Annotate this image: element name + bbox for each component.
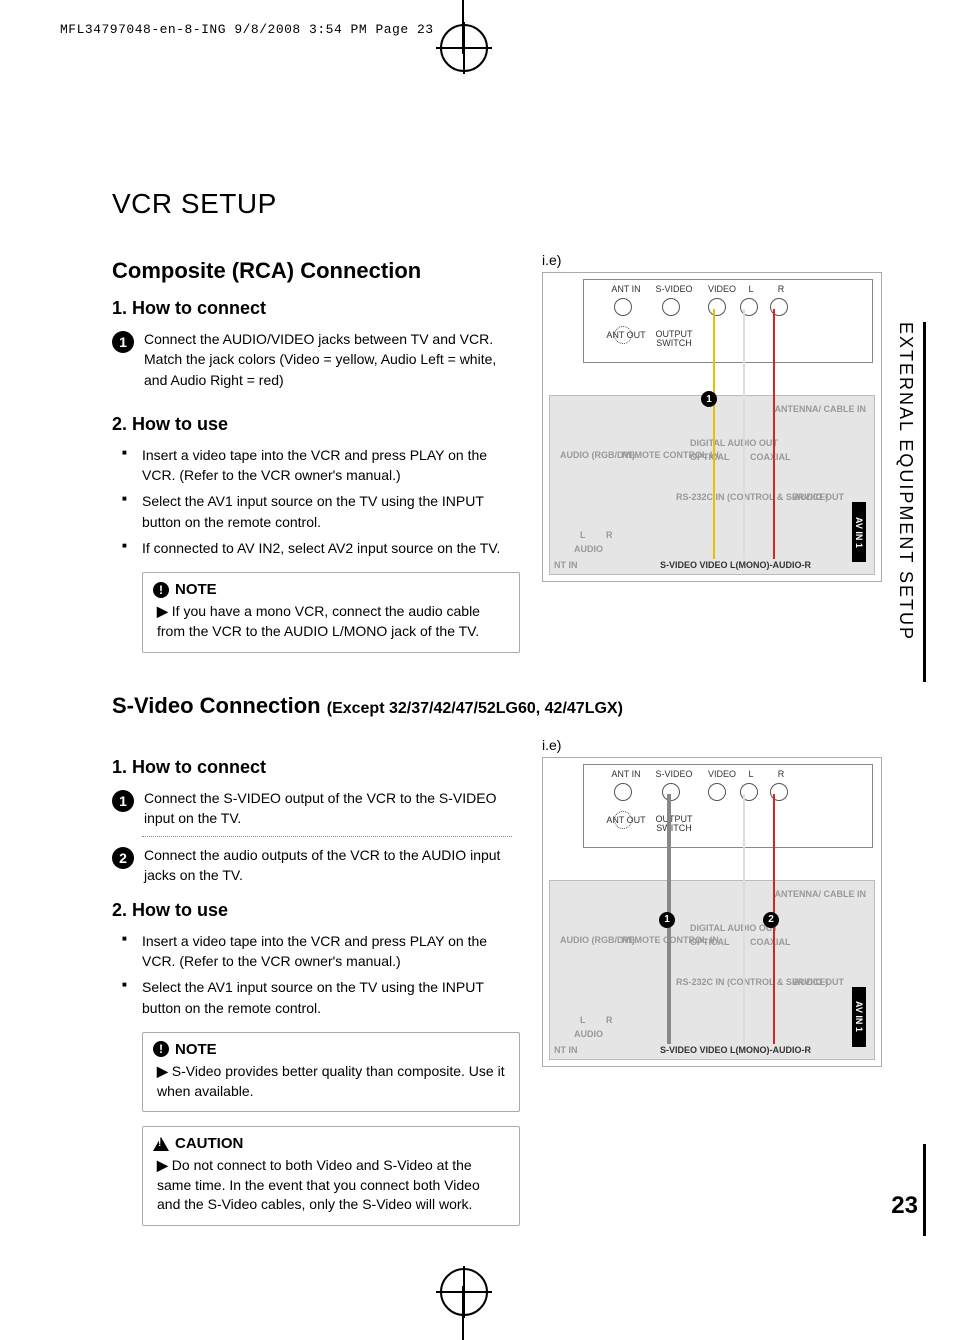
diag-label: S-VIDEO bbox=[652, 284, 696, 294]
diag-label: R bbox=[606, 530, 613, 540]
diag-label: AUDIO bbox=[574, 544, 603, 554]
composite-diagram: ANT IN ANT OUT S-VIDEO OUTPUT SWITCH VID… bbox=[542, 272, 882, 582]
step-text: Connect the S-VIDEO output of the VCR to… bbox=[144, 788, 522, 829]
step-text: Connect the audio outputs of the VCR to … bbox=[144, 845, 522, 886]
diag-label: AUDIO OUT bbox=[794, 977, 845, 987]
side-rule bbox=[923, 322, 926, 682]
diag-label: NT IN bbox=[554, 560, 578, 570]
note-icon: ! bbox=[153, 1041, 169, 1057]
note-box: !NOTE ▶If you have a mono VCR, connect t… bbox=[142, 572, 520, 652]
note-body: If you have a mono VCR, connect the audi… bbox=[157, 603, 480, 639]
page-number: 23 bbox=[891, 1192, 918, 1220]
composite-heading: Composite (RCA) Connection bbox=[112, 258, 522, 284]
diag-label: COAXIAL bbox=[750, 452, 791, 462]
diag-label: COAXIAL bbox=[750, 937, 791, 947]
diag-label: ANTENNA/ CABLE IN bbox=[775, 404, 867, 414]
diag-label: DIGITAL AUDIO OUT bbox=[690, 438, 778, 448]
svideo-diagram: ANT IN ANT OUT S-VIDEO OUTPUT SWITCH VID… bbox=[542, 757, 882, 1067]
crop-mark bbox=[463, 22, 465, 74]
how-to-connect-heading: 1. How to connect bbox=[112, 757, 522, 778]
diag-label: ANT IN bbox=[604, 769, 648, 779]
av-in-1-label: AV IN 1 bbox=[852, 502, 866, 562]
how-to-use-heading: 2. How to use bbox=[112, 414, 522, 435]
use-item: Select the AV1 input source on the TV us… bbox=[142, 491, 522, 532]
svideo-heading: S-Video Connection (Except 32/37/42/47/5… bbox=[112, 693, 882, 719]
step-text: Connect the AUDIO/VIDEO jacks between TV… bbox=[144, 329, 522, 390]
note-icon: ! bbox=[153, 582, 169, 598]
diag-label: ANTENNA/ CABLE IN bbox=[775, 889, 867, 899]
diag-label: VIDEO bbox=[700, 769, 744, 779]
diag-label: L bbox=[742, 769, 760, 779]
step-bullet-2: 2 bbox=[112, 847, 134, 869]
side-rule bbox=[923, 1144, 926, 1236]
use-item: Insert a video tape into the VCR and pre… bbox=[142, 931, 522, 972]
diag-label: OPTICAL bbox=[690, 452, 730, 462]
diag-label: OPTICAL bbox=[690, 937, 730, 947]
caution-icon bbox=[153, 1137, 169, 1151]
diagram-callout-2: 2 bbox=[763, 912, 779, 928]
step-bullet-1: 1 bbox=[112, 331, 134, 353]
ie-label: i.e) bbox=[542, 252, 882, 268]
diag-label: S-VIDEO bbox=[652, 769, 696, 779]
page-title: VCR SETUP bbox=[112, 188, 882, 220]
use-item: Select the AV1 input source on the TV us… bbox=[142, 977, 522, 1018]
note-title: NOTE bbox=[175, 581, 217, 598]
svideo-subheading: (Except 32/37/42/47/52LG60, 42/47LGX) bbox=[327, 700, 623, 717]
print-header: MFL34797048-en-8-ING 9/8/2008 3:54 PM Pa… bbox=[60, 22, 434, 37]
crop-mark bbox=[463, 1266, 465, 1318]
diagram-callout-1: 1 bbox=[701, 391, 717, 407]
diag-label: AUDIO bbox=[574, 1029, 603, 1039]
dotted-separator bbox=[142, 836, 512, 837]
step-bullet-1: 1 bbox=[112, 790, 134, 812]
diag-label: NT IN bbox=[554, 1045, 578, 1055]
diag-label: R bbox=[772, 769, 790, 779]
ie-label: i.e) bbox=[542, 737, 882, 753]
diag-label: R bbox=[606, 1015, 613, 1025]
diag-label: OUTPUT SWITCH bbox=[648, 330, 700, 348]
diag-label: L bbox=[580, 530, 586, 540]
caution-title: CAUTION bbox=[175, 1135, 243, 1152]
av-in-1-label: AV IN 1 bbox=[852, 987, 866, 1047]
use-item: If connected to AV IN2, select AV2 input… bbox=[142, 538, 522, 558]
diag-label: AUDIO OUT bbox=[794, 492, 845, 502]
diag-label: S-VIDEO VIDEO L(MONO)-AUDIO-R bbox=[660, 1045, 811, 1055]
diagram-callout-1: 1 bbox=[659, 912, 675, 928]
diag-label: VIDEO bbox=[700, 284, 744, 294]
diag-label: L bbox=[580, 1015, 586, 1025]
note-body: S-Video provides better quality than com… bbox=[157, 1063, 505, 1099]
use-item: Insert a video tape into the VCR and pre… bbox=[142, 445, 522, 486]
how-to-connect-heading: 1. How to connect bbox=[112, 298, 522, 319]
diag-label: S-VIDEO VIDEO L(MONO)-AUDIO-R bbox=[660, 560, 811, 570]
diag-label: ANT IN bbox=[604, 284, 648, 294]
note-box: !NOTE ▶S-Video provides better quality t… bbox=[142, 1032, 520, 1112]
caution-box: CAUTION ▶Do not connect to both Video an… bbox=[142, 1126, 520, 1226]
diag-label: R bbox=[772, 284, 790, 294]
how-to-use-heading: 2. How to use bbox=[112, 900, 522, 921]
note-title: NOTE bbox=[175, 1041, 217, 1058]
diag-label: L bbox=[742, 284, 760, 294]
diag-label: OUTPUT SWITCH bbox=[648, 815, 700, 833]
side-tab-label: EXTERNAL EQUIPMENT SETUP bbox=[895, 322, 916, 641]
caution-body: Do not connect to both Video and S-Video… bbox=[157, 1157, 480, 1212]
